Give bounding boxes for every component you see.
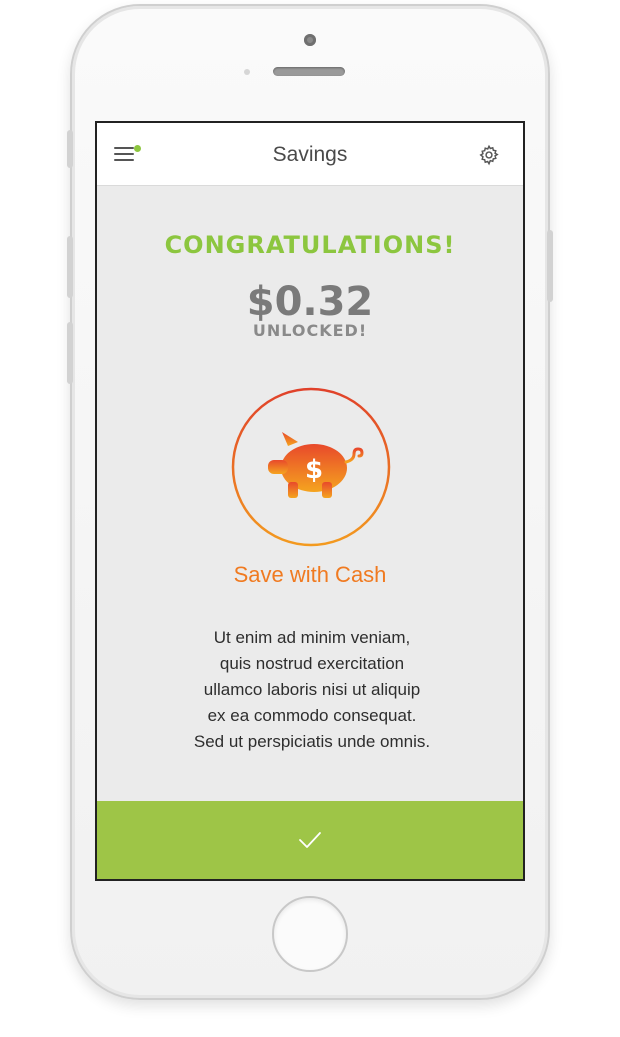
congratulations-heading: CONGRATULATIONS! [164, 231, 456, 259]
app-screen: Savings CONGRATULATIONS! $0.32 UNLOCKED! [95, 121, 525, 881]
description-line: Ut enim ad minim veniam, [213, 628, 411, 647]
front-camera [304, 34, 316, 46]
volume-down-button [67, 322, 73, 384]
gear-icon[interactable] [478, 144, 500, 166]
description-line: Sed ut perspiciatis unde omnis. [193, 732, 431, 751]
description-line: ullamco laboris nisi ut aliquip [203, 680, 421, 699]
description-line: quis nostrud exercitation [219, 654, 405, 673]
checkmark-icon [299, 832, 321, 848]
proximity-sensor [244, 69, 250, 75]
description-text: Ut enim ad minim veniam, quis nostrud ex… [127, 625, 497, 755]
save-method-label: Save with Cash [233, 562, 387, 587]
svg-text:$: $ [305, 455, 323, 485]
unlocked-amount: $0.32 [246, 279, 374, 325]
power-button [547, 230, 553, 302]
mute-switch [67, 130, 73, 168]
app-header: Savings [97, 123, 523, 186]
unlocked-label: UNLOCKED! [252, 321, 368, 340]
confirm-button[interactable] [97, 801, 523, 879]
description-line: ex ea commodo consequat. [207, 706, 417, 725]
earpiece-speaker [273, 67, 345, 76]
home-button[interactable] [272, 896, 348, 972]
piggy-bank-dollar-icon: $ [231, 387, 391, 547]
volume-up-button [67, 236, 73, 298]
page-title: Savings [272, 143, 348, 166]
